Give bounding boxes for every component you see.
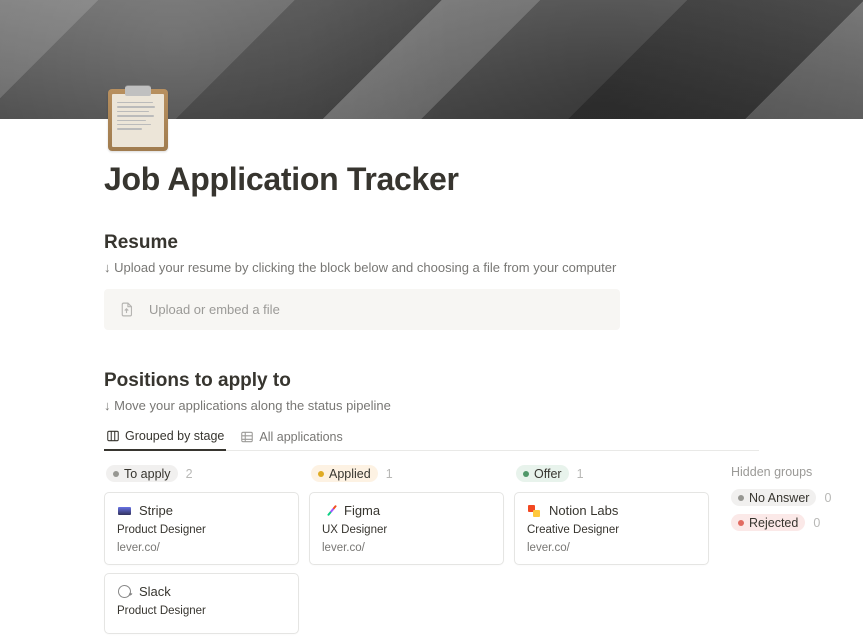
hidden-group-no-answer[interactable]: No Answer 0 [731, 489, 859, 506]
stage-count: 2 [186, 467, 193, 481]
card-role: Product Designer [117, 605, 286, 617]
stage-count: 1 [577, 467, 584, 481]
tab-all-applications[interactable]: All applications [238, 425, 344, 450]
card-role: Creative Designer [527, 524, 696, 536]
company-logo-figma [322, 504, 336, 518]
stage-pill-to-apply[interactable]: To apply [106, 465, 178, 482]
stage-label: Applied [329, 467, 371, 481]
stage-count: 0 [824, 491, 831, 505]
hidden-groups-title: Hidden groups [731, 465, 859, 479]
resume-heading: Resume [104, 232, 759, 254]
stage-pill-rejected: Rejected [731, 514, 805, 531]
card-link: lever.co/ [117, 542, 286, 554]
card-company: Figma [344, 503, 380, 518]
tab-grouped-label: Grouped by stage [125, 429, 224, 443]
status-dot [738, 495, 744, 501]
hidden-group-rejected[interactable]: Rejected 0 [731, 514, 859, 531]
status-dot [113, 471, 119, 477]
board-icon [106, 429, 120, 443]
card-figma[interactable]: Figma UX Designer lever.co/ [309, 492, 504, 565]
upload-file-label: Upload or embed a file [149, 302, 280, 317]
column-to-apply: To apply 2 Stripe Product Designer lever… [104, 465, 299, 642]
page-icon-clipboard[interactable] [108, 89, 168, 151]
page-title[interactable]: Job Application Tracker [104, 119, 759, 198]
resume-helper-text: ↓ Upload your resume by clicking the blo… [104, 260, 759, 275]
upload-file-button[interactable]: Upload or embed a file [104, 289, 620, 330]
column-offer: Offer 1 Notion Labs Creative Designer le… [514, 465, 709, 573]
card-link: lever.co/ [322, 542, 491, 554]
card-link: lever.co/ [527, 542, 696, 554]
card-notion-labs[interactable]: Notion Labs Creative Designer lever.co/ [514, 492, 709, 565]
card-company: Notion Labs [549, 503, 618, 518]
positions-helper-text: ↓ Move your applications along the statu… [104, 398, 759, 413]
stage-pill-applied[interactable]: Applied [311, 465, 378, 482]
file-upload-icon [118, 301, 135, 318]
status-dot [738, 520, 744, 526]
column-applied: Applied 1 Figma UX Designer lever.co/ [309, 465, 504, 573]
status-dot [523, 471, 529, 477]
stage-label: Rejected [749, 516, 798, 530]
hidden-groups: Hidden groups No Answer 0 Rejected 0 [719, 465, 859, 539]
positions-heading: Positions to apply to [104, 370, 759, 392]
tab-all-label: All applications [259, 430, 342, 444]
table-icon [240, 430, 254, 444]
stage-label: To apply [124, 467, 171, 481]
stage-label: Offer [534, 467, 562, 481]
card-role: UX Designer [322, 524, 491, 536]
kanban-board: To apply 2 Stripe Product Designer lever… [104, 465, 759, 642]
company-logo-stripe [117, 504, 131, 518]
card-company: Slack [139, 584, 171, 599]
stage-count: 1 [386, 467, 393, 481]
stage-pill-no-answer: No Answer [731, 489, 816, 506]
company-logo-slack [117, 585, 131, 599]
card-role: Product Designer [117, 524, 286, 536]
view-tabs: Grouped by stage All applications [104, 425, 759, 451]
card-slack[interactable]: Slack Product Designer [104, 573, 299, 634]
stage-count: 0 [813, 516, 820, 530]
tab-grouped-by-stage[interactable]: Grouped by stage [104, 425, 226, 451]
stage-label: No Answer [749, 491, 809, 505]
card-company: Stripe [139, 503, 173, 518]
card-stripe[interactable]: Stripe Product Designer lever.co/ [104, 492, 299, 565]
stage-pill-offer[interactable]: Offer [516, 465, 569, 482]
company-logo-notion [527, 504, 541, 518]
status-dot [318, 471, 324, 477]
